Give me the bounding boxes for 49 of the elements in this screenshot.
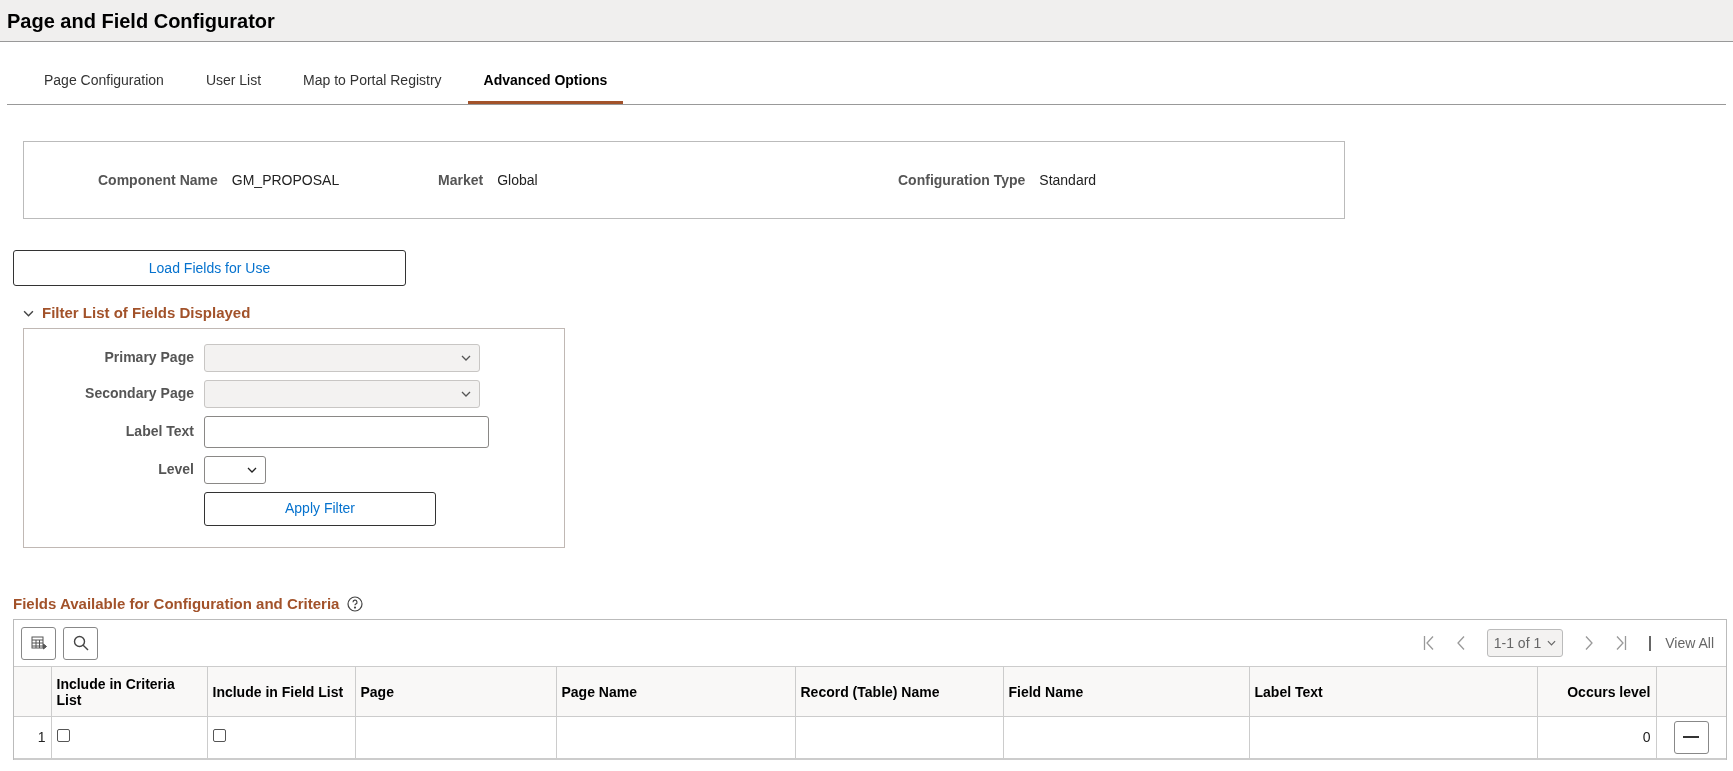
summary-label: Configuration Type [898, 170, 1026, 190]
tab[interactable]: Page Configuration [28, 68, 180, 104]
chevron-down-icon [1547, 640, 1557, 646]
apply-filter-button[interactable]: Apply Filter [204, 491, 436, 526]
checkbox[interactable] [56, 728, 70, 742]
summary-value: Standard [1039, 170, 1097, 190]
column-header: Field Name [1003, 666, 1249, 717]
chevron-down-icon [461, 354, 471, 361]
chevron-down-icon [461, 390, 471, 397]
summary-value: GM_PROPOSAL [231, 170, 340, 190]
summary-label: Component Name [98, 170, 218, 190]
field-label: Primary Page [103, 348, 194, 367]
tab[interactable]: User List [189, 68, 278, 104]
view-all-link[interactable]: View All [1665, 632, 1714, 654]
tab[interactable]: Advanced Options [467, 68, 624, 104]
next-page-icon[interactable] [1585, 635, 1594, 651]
tab[interactable]: Map to Portal Registry [287, 68, 458, 104]
field-label: Label Text [124, 422, 194, 441]
help-icon[interactable] [347, 595, 364, 612]
column-header: Record (Table) Name [795, 666, 1003, 717]
column-header: Occurs level [1537, 666, 1656, 717]
column-header: Label Text [1249, 666, 1537, 717]
field-label: Secondary Page [84, 384, 194, 403]
section-title: Fields Available for Configuration and Criteria [13, 593, 340, 614]
chevron-down-icon [247, 466, 257, 473]
column-header: Include in Criteria List [51, 666, 207, 717]
delete-row-button[interactable] [1673, 720, 1709, 754]
section-title[interactable]: Filter List of Fields Displayed [42, 302, 251, 325]
column-header: Page [355, 666, 556, 717]
chevron-down-icon [23, 309, 34, 317]
grid-settings-button[interactable] [21, 626, 56, 660]
minus-icon [1683, 736, 1700, 739]
search-icon [72, 635, 89, 651]
search-button[interactable] [63, 626, 98, 660]
table-icon [30, 636, 47, 650]
last-page-icon[interactable] [1615, 635, 1628, 651]
previous-page-icon[interactable] [1456, 635, 1465, 651]
field-label: Level [157, 460, 194, 479]
load-fields-button[interactable]: Load Fields for Use [13, 250, 406, 286]
checkbox[interactable] [212, 728, 226, 742]
column-header: Include in Field List [207, 666, 355, 717]
dropdown-field[interactable] [204, 455, 266, 484]
column-header: Page Name [556, 666, 795, 717]
first-page-icon[interactable] [1422, 635, 1435, 651]
page-title: Page and Field Configurator [7, 8, 275, 34]
summary-value: Global [497, 170, 538, 190]
page-range-dropdown[interactable]: 1-1 of 1 [1486, 629, 1564, 657]
input-field[interactable] [204, 415, 489, 448]
summary-label: Market [438, 170, 484, 190]
